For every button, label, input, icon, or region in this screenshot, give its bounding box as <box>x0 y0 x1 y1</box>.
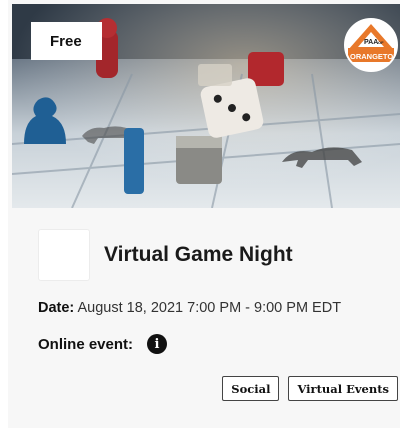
price-badge-label: Free <box>50 32 82 50</box>
event-date: Date: August 18, 2021 7:00 PM - 9:00 PM … <box>38 300 341 316</box>
logo-text-line2: ORANGETON <box>350 52 396 61</box>
info-icon[interactable]: i <box>147 334 168 354</box>
event-title[interactable]: Virtual Game Night <box>104 243 293 267</box>
date-value: August 18, 2021 7:00 PM - 9:00 PM EDT <box>77 300 342 316</box>
organization-logo[interactable]: PAA OF ORANGETON <box>344 18 398 72</box>
tag-virtual-events[interactable]: Virtual Events <box>288 376 398 401</box>
event-tags: Social Virtual Events <box>222 376 398 401</box>
event-hero-image[interactable]: Free <box>12 4 400 208</box>
event-thumbnail <box>38 229 90 281</box>
tag-social[interactable]: Social <box>222 376 280 401</box>
online-event-label: Online event: <box>38 335 134 353</box>
date-label: Date: <box>38 300 75 316</box>
logo-text-line1: PAA <box>364 39 378 46</box>
online-event-row: Online event: i <box>38 334 168 354</box>
price-badge: Free <box>31 22 102 60</box>
logo-text-line1-small: OF <box>378 40 384 45</box>
orangeton-logo-icon: PAA OF ORANGETON <box>346 20 396 70</box>
